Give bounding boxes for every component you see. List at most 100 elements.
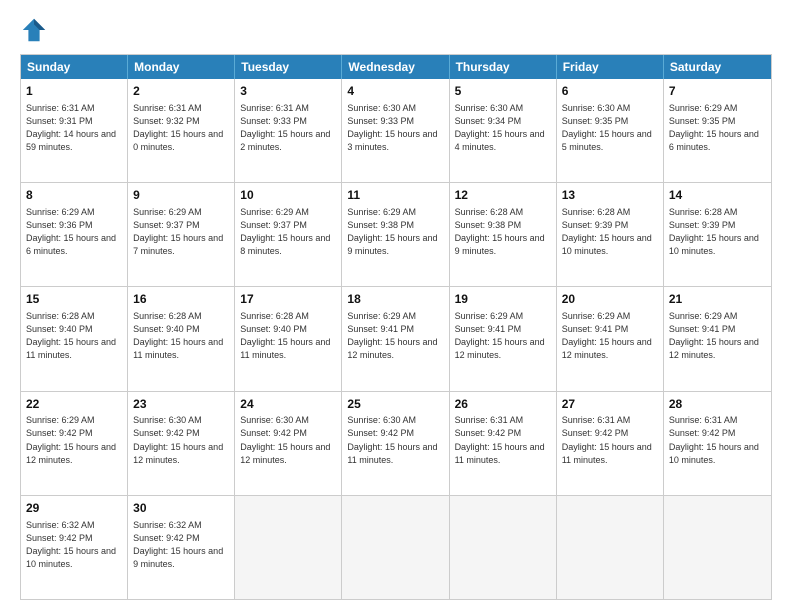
header-day-thursday: Thursday [450,55,557,79]
day-cell-27: 27Sunrise: 6:31 AM Sunset: 9:42 PM Dayli… [557,392,664,495]
cell-info: Sunrise: 6:31 AM Sunset: 9:33 PM Dayligh… [240,102,336,154]
day-cell-19: 19 Sunrise: 6:29 AM Sunset: 9:41 PM Dayli… [450,287,557,390]
header-day-saturday: Saturday [664,55,771,79]
cell-info: Sunrise: 6:28 AM Sunset: 9:39 PM Dayligh… [669,206,766,258]
calendar-row-2: 15 Sunrise: 6:28 AM Sunset: 9:40 PM Dayli… [21,286,771,390]
cell-info: Sunrise: 6:28 AM Sunset: 9:38 PM Dayligh… [455,206,551,258]
day-number: 6 [562,83,658,100]
page: SundayMondayTuesdayWednesdayThursdayFrid… [0,0,792,612]
cell-info: Sunrise: 6:32 AM Sunset: 9:42 PM Dayligh… [133,519,229,571]
empty-cell [450,496,557,599]
day-cell-1: 1 Sunrise: 6:31 AM Sunset: 9:31 PM Daylig… [21,79,128,182]
cell-info: Sunrise: 6:29 AM Sunset: 9:41 PM Dayligh… [669,310,766,362]
header-day-friday: Friday [557,55,664,79]
day-number: 3 [240,83,336,100]
cell-info: Sunrise: 6:29 AM Sunset: 9:41 PM Dayligh… [562,310,658,362]
calendar-row-4: 29 Sunrise: 6:32 AM Sunset: 9:42 PM Dayli… [21,495,771,599]
calendar-row-3: 22Sunrise: 6:29 AM Sunset: 9:42 PM Dayli… [21,391,771,495]
empty-cell [557,496,664,599]
day-cell-6: 6Sunrise: 6:30 AM Sunset: 9:35 PM Daylig… [557,79,664,182]
day-cell-26: 26Sunrise: 6:31 AM Sunset: 9:42 PM Dayli… [450,392,557,495]
day-number: 14 [669,187,766,204]
cell-info: Sunrise: 6:29 AM Sunset: 9:41 PM Dayligh… [347,310,443,362]
day-cell-14: 14 Sunrise: 6:28 AM Sunset: 9:39 PM Dayli… [664,183,771,286]
logo-icon [20,16,48,44]
day-number: 8 [26,187,122,204]
day-cell-28: 28Sunrise: 6:31 AM Sunset: 9:42 PM Dayli… [664,392,771,495]
day-cell-3: 3 Sunrise: 6:31 AM Sunset: 9:33 PM Daylig… [235,79,342,182]
cell-info: Sunrise: 6:31 AM Sunset: 9:31 PM Dayligh… [26,102,122,154]
cell-info: Sunrise: 6:29 AM Sunset: 9:41 PM Dayligh… [455,310,551,362]
cell-info: Sunrise: 6:29 AM Sunset: 9:37 PM Dayligh… [240,206,336,258]
day-cell-24: 24Sunrise: 6:30 AM Sunset: 9:42 PM Dayli… [235,392,342,495]
day-number: 10 [240,187,336,204]
header-day-wednesday: Wednesday [342,55,449,79]
header-day-sunday: Sunday [21,55,128,79]
cell-info: Sunrise: 6:30 AM Sunset: 9:34 PM Dayligh… [455,102,551,154]
day-number: 11 [347,187,443,204]
cell-info: Sunrise: 6:31 AM Sunset: 9:42 PM Dayligh… [669,414,766,466]
cell-info: Sunrise: 6:28 AM Sunset: 9:40 PM Dayligh… [240,310,336,362]
day-cell-8: 8 Sunrise: 6:29 AM Sunset: 9:36 PM Daylig… [21,183,128,286]
cell-info: Sunrise: 6:28 AM Sunset: 9:40 PM Dayligh… [133,310,229,362]
day-cell-11: 11Sunrise: 6:29 AM Sunset: 9:38 PM Dayli… [342,183,449,286]
day-cell-2: 2 Sunrise: 6:31 AM Sunset: 9:32 PM Daylig… [128,79,235,182]
logo [20,16,52,44]
day-number: 26 [455,396,551,413]
day-number: 18 [347,291,443,308]
day-number: 12 [455,187,551,204]
day-cell-20: 20 Sunrise: 6:29 AM Sunset: 9:41 PM Dayli… [557,287,664,390]
day-number: 24 [240,396,336,413]
header-day-tuesday: Tuesday [235,55,342,79]
day-number: 25 [347,396,443,413]
day-number: 23 [133,396,229,413]
cell-info: Sunrise: 6:32 AM Sunset: 9:42 PM Dayligh… [26,519,122,571]
cell-info: Sunrise: 6:30 AM Sunset: 9:33 PM Dayligh… [347,102,443,154]
day-cell-5: 5 Sunrise: 6:30 AM Sunset: 9:34 PM Daylig… [450,79,557,182]
day-number: 19 [455,291,551,308]
cell-info: Sunrise: 6:30 AM Sunset: 9:42 PM Dayligh… [133,414,229,466]
day-cell-7: 7Sunrise: 6:29 AM Sunset: 9:35 PM Daylig… [664,79,771,182]
day-number: 15 [26,291,122,308]
day-number: 27 [562,396,658,413]
cell-info: Sunrise: 6:28 AM Sunset: 9:39 PM Dayligh… [562,206,658,258]
header [20,16,772,44]
calendar-header: SundayMondayTuesdayWednesdayThursdayFrid… [21,55,771,79]
empty-cell [664,496,771,599]
day-number: 9 [133,187,229,204]
day-cell-9: 9 Sunrise: 6:29 AM Sunset: 9:37 PM Daylig… [128,183,235,286]
day-cell-13: 13 Sunrise: 6:28 AM Sunset: 9:39 PM Dayli… [557,183,664,286]
day-number: 30 [133,500,229,517]
day-number: 22 [26,396,122,413]
day-number: 13 [562,187,658,204]
day-cell-18: 18 Sunrise: 6:29 AM Sunset: 9:41 PM Dayli… [342,287,449,390]
calendar: SundayMondayTuesdayWednesdayThursdayFrid… [20,54,772,600]
cell-info: Sunrise: 6:31 AM Sunset: 9:32 PM Dayligh… [133,102,229,154]
day-number: 16 [133,291,229,308]
day-number: 5 [455,83,551,100]
day-cell-4: 4 Sunrise: 6:30 AM Sunset: 9:33 PM Daylig… [342,79,449,182]
cell-info: Sunrise: 6:29 AM Sunset: 9:42 PM Dayligh… [26,414,122,466]
day-number: 2 [133,83,229,100]
cell-info: Sunrise: 6:28 AM Sunset: 9:40 PM Dayligh… [26,310,122,362]
day-cell-12: 12 Sunrise: 6:28 AM Sunset: 9:38 PM Dayli… [450,183,557,286]
calendar-body: 1 Sunrise: 6:31 AM Sunset: 9:31 PM Daylig… [21,79,771,599]
day-number: 20 [562,291,658,308]
cell-info: Sunrise: 6:29 AM Sunset: 9:36 PM Dayligh… [26,206,122,258]
cell-info: Sunrise: 6:30 AM Sunset: 9:42 PM Dayligh… [240,414,336,466]
day-number: 28 [669,396,766,413]
day-number: 7 [669,83,766,100]
cell-info: Sunrise: 6:29 AM Sunset: 9:37 PM Dayligh… [133,206,229,258]
day-number: 4 [347,83,443,100]
day-number: 29 [26,500,122,517]
day-cell-29: 29 Sunrise: 6:32 AM Sunset: 9:42 PM Dayli… [21,496,128,599]
empty-cell [342,496,449,599]
day-number: 1 [26,83,122,100]
cell-info: Sunrise: 6:31 AM Sunset: 9:42 PM Dayligh… [455,414,551,466]
day-cell-16: 16 Sunrise: 6:28 AM Sunset: 9:40 PM Dayli… [128,287,235,390]
day-number: 17 [240,291,336,308]
day-cell-17: 17 Sunrise: 6:28 AM Sunset: 9:40 PM Dayli… [235,287,342,390]
day-cell-25: 25Sunrise: 6:30 AM Sunset: 9:42 PM Dayli… [342,392,449,495]
day-cell-23: 23Sunrise: 6:30 AM Sunset: 9:42 PM Dayli… [128,392,235,495]
calendar-row-0: 1 Sunrise: 6:31 AM Sunset: 9:31 PM Daylig… [21,79,771,182]
